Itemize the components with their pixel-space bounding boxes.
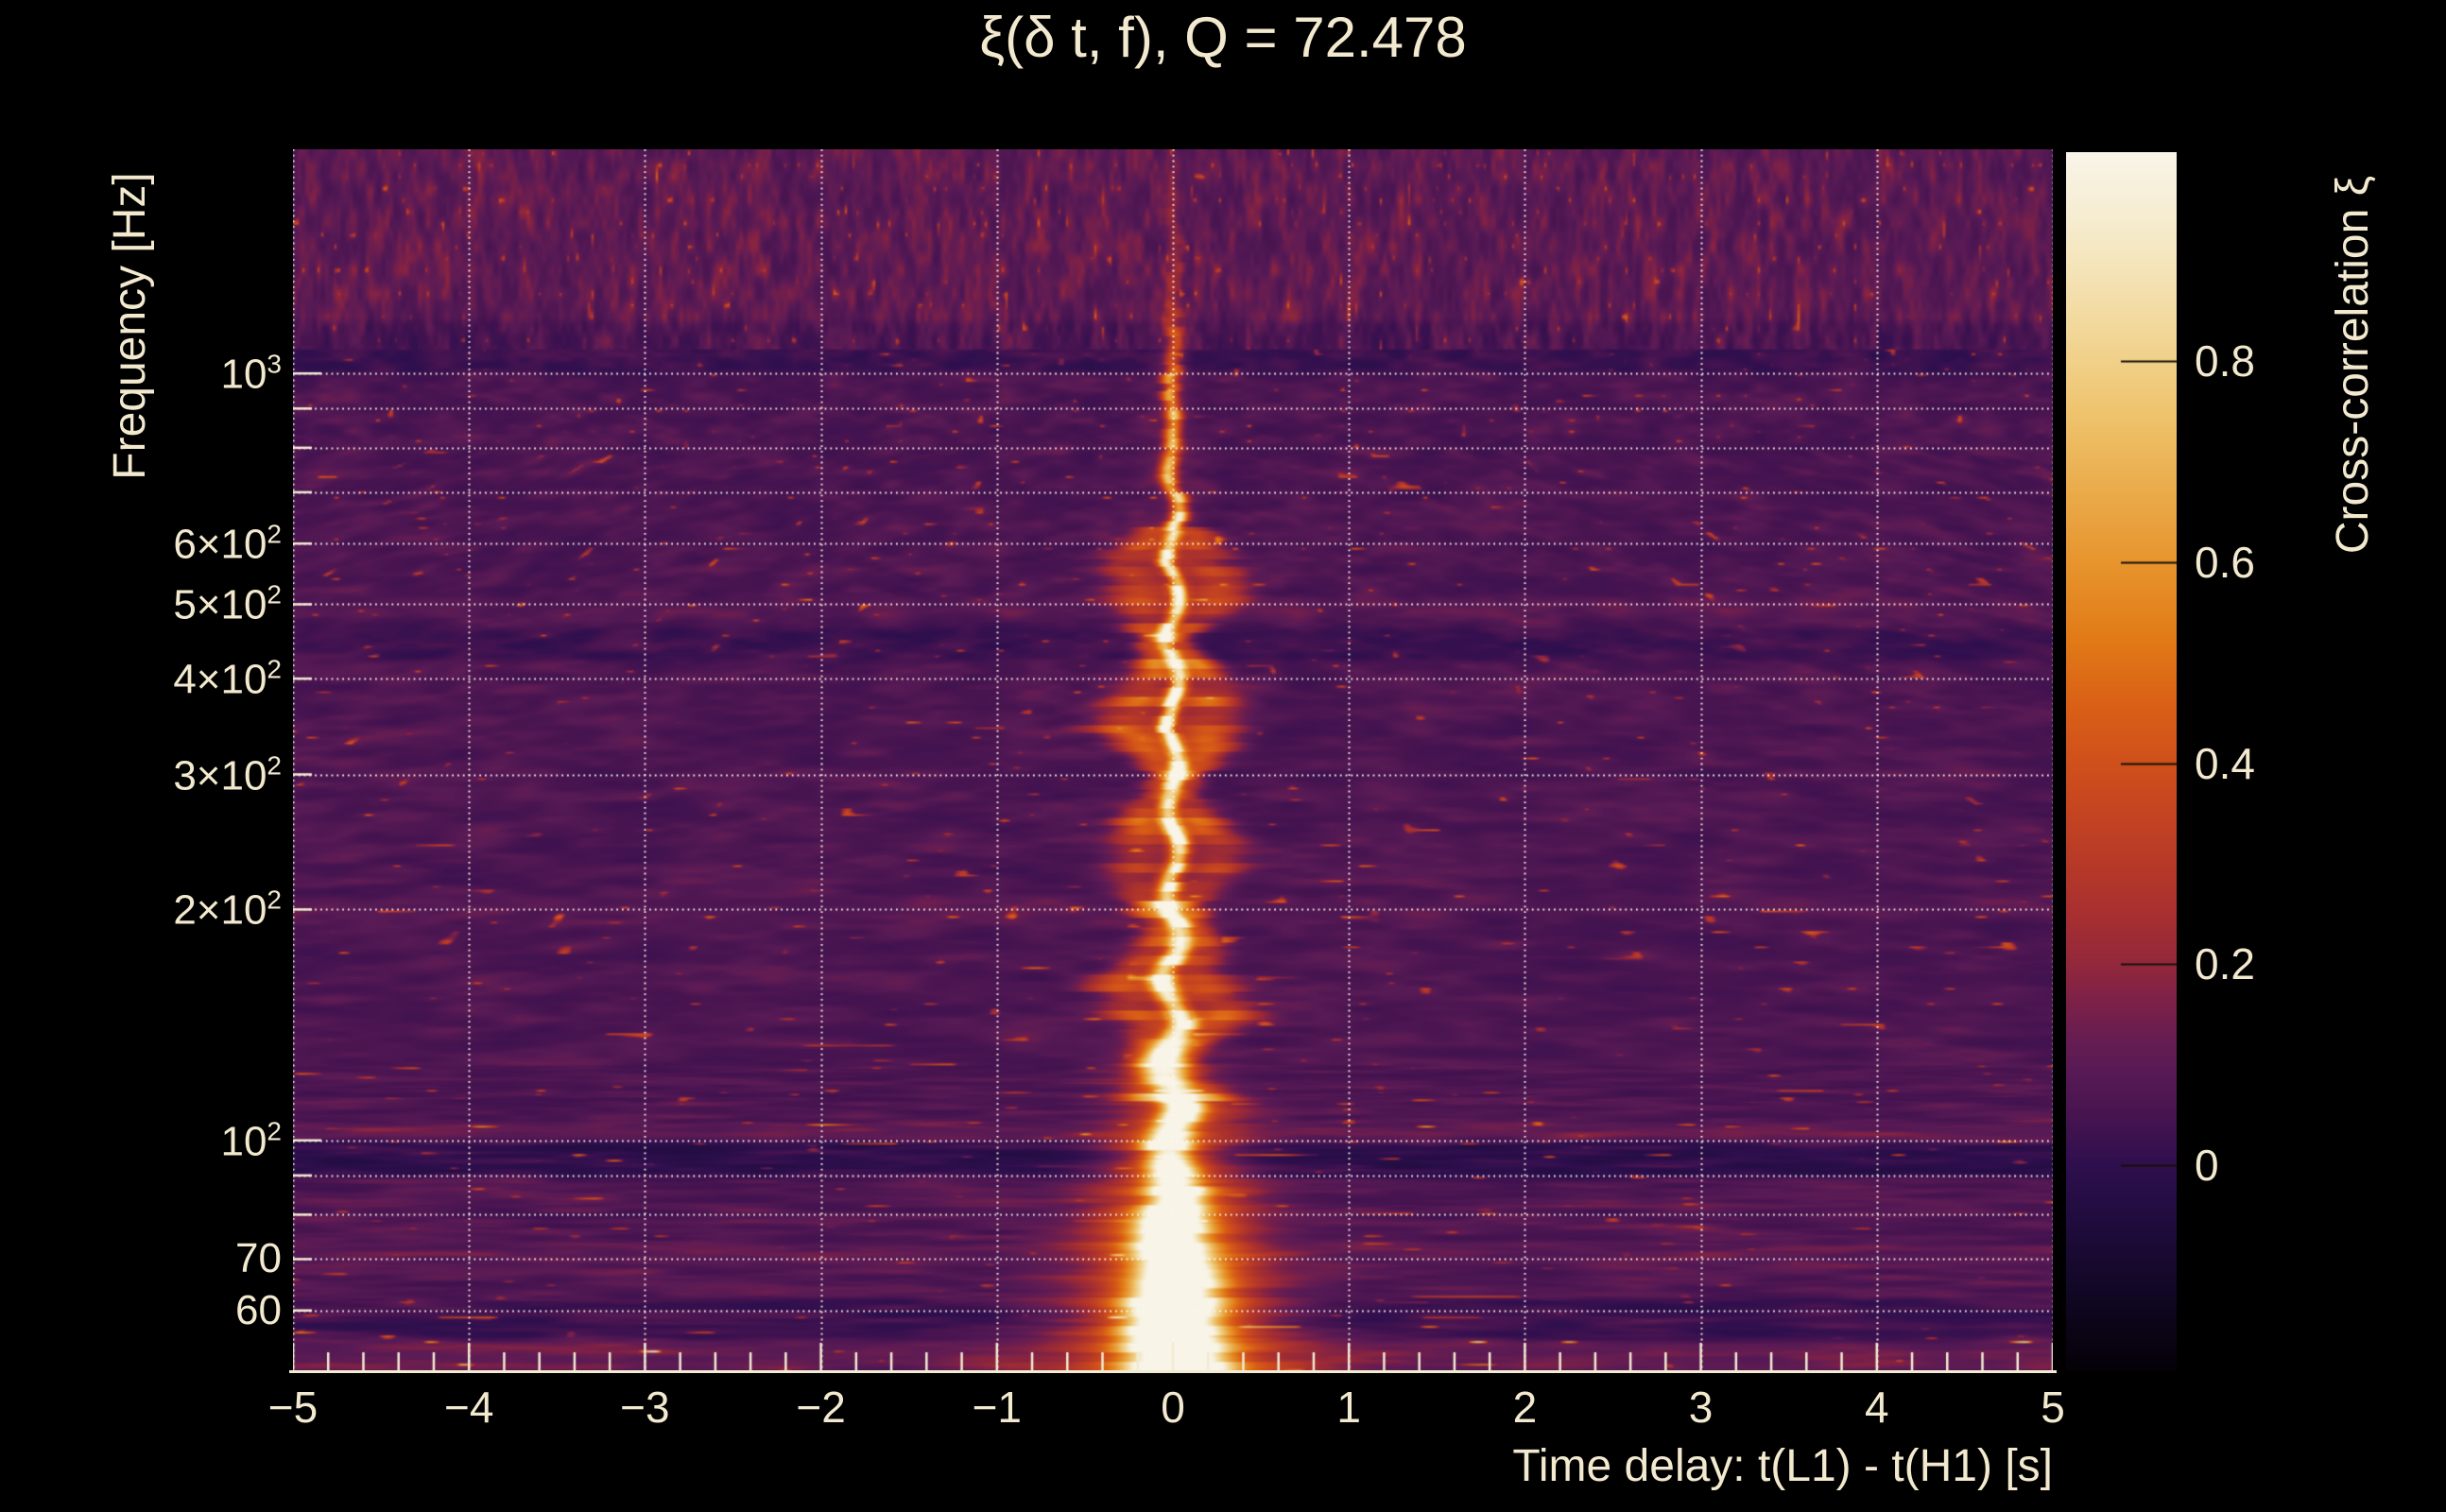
- colorbar-tick-label: 0.8: [2195, 339, 2255, 383]
- y-tick-exponent: 2: [267, 520, 282, 549]
- y-tick-exponent: 2: [267, 750, 282, 780]
- y-tick-exponent: 2: [267, 580, 282, 610]
- x-axis-line: [289, 1370, 2057, 1373]
- x-tick-label: 2: [1513, 1385, 1538, 1429]
- colorbar-tick-label: 0.4: [2195, 742, 2255, 785]
- page-title: ξ(δ t, f), Q = 72.478: [0, 9, 2446, 66]
- y-tick-label: 3×102: [0, 752, 282, 797]
- y-tick-label: 2×102: [0, 887, 282, 932]
- colorbar-title: Cross-correlation ξ: [2331, 176, 2376, 554]
- y-tick-label: 6×102: [0, 522, 282, 566]
- y-tick-label: 103: [0, 352, 282, 396]
- x-tick-label: 3: [1689, 1385, 1714, 1429]
- spectrogram-heatmap: [293, 149, 2053, 1371]
- x-tick-label: −3: [620, 1385, 669, 1429]
- y-tick-label: 4×102: [0, 657, 282, 701]
- colorbar-tick-label: 0.6: [2195, 541, 2255, 584]
- y-tick-exponent: 2: [267, 885, 282, 915]
- x-tick-label: −4: [444, 1385, 493, 1429]
- y-axis-title: Frequency [Hz]: [108, 172, 153, 479]
- x-tick-label: −5: [268, 1385, 318, 1429]
- x-tick-label: 1: [1336, 1385, 1361, 1429]
- y-tick-exponent: 2: [267, 1116, 282, 1145]
- y-tick-label: 60: [0, 1290, 282, 1332]
- x-tick-label: 0: [1161, 1385, 1185, 1429]
- colorbar-gradient: [2066, 152, 2177, 1371]
- x-tick-label: −2: [796, 1385, 845, 1429]
- x-tick-label: −1: [973, 1385, 1022, 1429]
- x-tick-label: 4: [1865, 1385, 1889, 1429]
- figure-canvas: ξ(δ t, f), Q = 72.478 Frequency [Hz] Tim…: [0, 0, 2446, 1512]
- colorbar-tick-label: 0: [2195, 1143, 2219, 1187]
- x-axis-title: Time delay: t(L1) - t(H1) [s]: [1512, 1444, 2053, 1489]
- y-tick-exponent: 2: [267, 655, 282, 684]
- y-tick-label: 70: [0, 1238, 282, 1280]
- x-tick-label: 5: [2041, 1385, 2065, 1429]
- y-tick-label: 5×102: [0, 582, 282, 627]
- colorbar-tick-label: 0.2: [2195, 942, 2255, 986]
- y-tick-exponent: 3: [267, 350, 282, 379]
- y-tick-label: 102: [0, 1118, 282, 1162]
